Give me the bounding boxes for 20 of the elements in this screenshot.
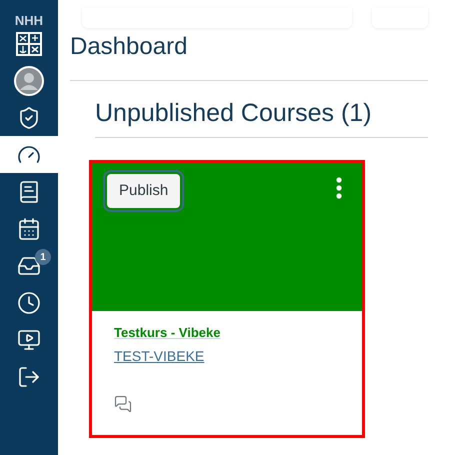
chat-bubbles-icon [114, 394, 132, 412]
section-title: Unpublished Courses (1) [95, 98, 373, 129]
discussions-button[interactable] [114, 394, 134, 412]
book-icon [17, 180, 41, 204]
page-title: Dashboard [70, 32, 188, 62]
nav-item[interactable] [0, 136, 58, 173]
avatar-icon [14, 66, 44, 96]
publish-button[interactable]: Publish [107, 174, 180, 208]
card-header[interactable]: Publish [92, 163, 362, 311]
crest-logo-icon[interactable] [16, 32, 42, 56]
monitor-icon [17, 328, 41, 352]
course-name-link[interactable]: Testkurs - Vibeke [114, 323, 340, 342]
calendar-icon [17, 216, 41, 240]
kebab-menu-icon [336, 177, 342, 199]
badge: 1 [35, 249, 51, 265]
shield-icon [17, 106, 41, 130]
more-options-button[interactable] [336, 177, 342, 199]
course-code-link[interactable]: TEST-VIBEKE [114, 346, 340, 366]
logo-text: NHH [14, 14, 44, 27]
clock-icon [17, 290, 41, 314]
